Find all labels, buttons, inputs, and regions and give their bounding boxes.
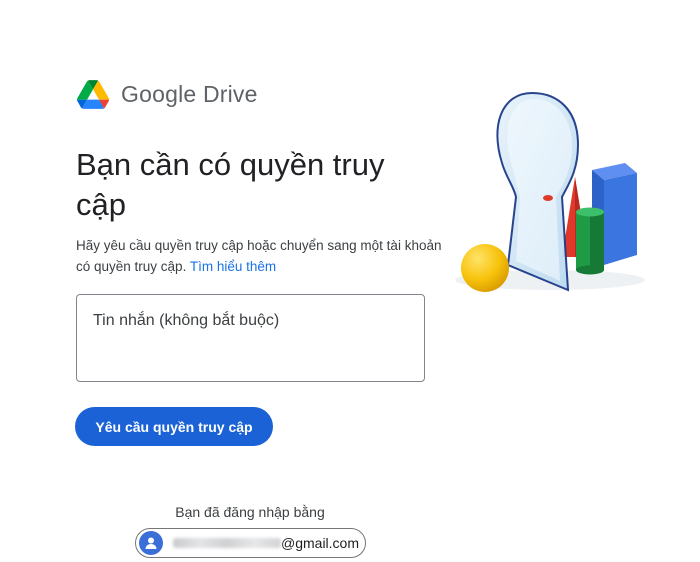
avatar [139,531,163,555]
page-title: Bạn cần có quyền truy cập [76,147,385,222]
account-switcher[interactable]: @gmail.com [135,528,366,558]
message-input[interactable] [76,294,425,382]
keyhole-illustration [455,91,645,292]
google-drive-logo-icon [77,80,109,109]
learn-more-link[interactable]: Tìm hiểu thêm [190,259,276,274]
person-icon [145,537,157,549]
signed-in-label: Bạn đã đăng nhập bằng [175,504,325,520]
brand-name: Google Drive [121,81,258,107]
page-description: Hãy yêu cầu quyền truy cập hoặc chuyển s… [76,235,456,277]
brand-logo: Google Drive [77,80,258,109]
access-request-page: Google Drive Bạn cần có quyền truy cập H… [0,0,700,562]
request-access-button[interactable]: Yêu cầu quyền truy cập [75,407,273,446]
account-email-domain: @gmail.com [281,535,360,551]
redacted-email-username [173,538,281,548]
